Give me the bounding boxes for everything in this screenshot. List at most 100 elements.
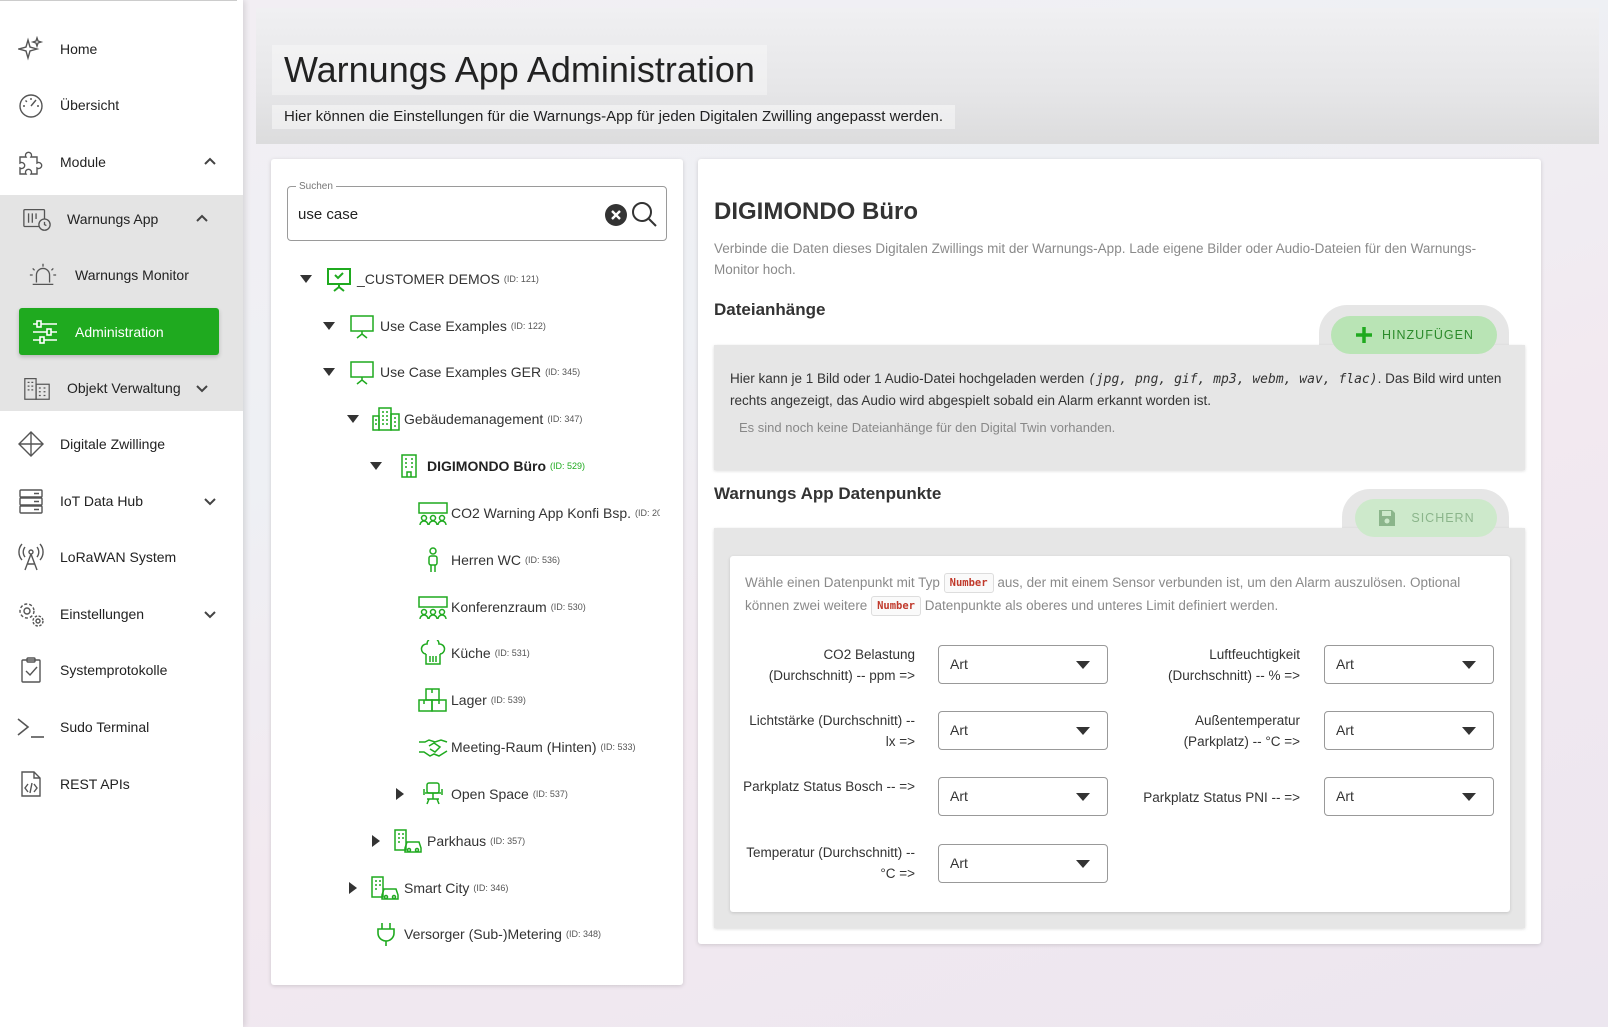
tree-node-lager[interactable]: Lager (ID: 539) bbox=[417, 685, 526, 715]
sidebar-item-label: IoT Data Hub bbox=[60, 493, 144, 509]
sparkles-icon bbox=[16, 34, 46, 64]
tree-node-versorger-metering[interactable]: Versorger (Sub-)Metering (ID: 348) bbox=[370, 919, 601, 949]
tree-node-id: (ID: 121) bbox=[503, 274, 539, 284]
select-value: Art bbox=[1336, 788, 1354, 804]
select-value: Art bbox=[1336, 656, 1354, 672]
buildings-icon bbox=[370, 404, 402, 434]
select-temperatur[interactable]: Art bbox=[938, 844, 1108, 883]
clear-search-icon[interactable] bbox=[604, 203, 628, 227]
tree-node-digimondo-buero[interactable]: DIGIMONDO Büro (ID: 529) bbox=[369, 451, 585, 481]
sidebar-item-uebersicht[interactable]: Übersicht bbox=[0, 76, 243, 134]
dropdown-arrow-icon bbox=[1076, 727, 1090, 735]
dropdown-arrow-icon bbox=[1076, 793, 1090, 801]
tree-node-id: (ID: 345) bbox=[545, 367, 581, 377]
sidebar-item-label: REST APIs bbox=[60, 776, 130, 792]
sidebar-item-label: Objekt Verwaltung bbox=[67, 380, 181, 396]
chevron-up-icon bbox=[194, 211, 210, 227]
tree-node-gebaeudemanagement[interactable]: Gebäudemanagement (ID: 347) bbox=[346, 404, 582, 434]
tree-node-meeting-raum[interactable]: Meeting-Raum (Hinten) (ID: 533) bbox=[417, 732, 636, 762]
presentation-icon bbox=[346, 311, 378, 341]
tree-node-id: (ID: 531) bbox=[494, 648, 530, 658]
page-title: Warnungs App Administration bbox=[272, 45, 767, 95]
sidebar-item-iot-data-hub[interactable]: IoT Data Hub bbox=[0, 472, 243, 530]
sidebar-item-label: LoRaWAN System bbox=[60, 549, 177, 565]
select-aussentemperatur[interactable]: Art bbox=[1324, 711, 1494, 750]
building-car-icon bbox=[393, 826, 425, 856]
save-button[interactable]: SICHERN bbox=[1355, 499, 1497, 537]
attachments-title: Dateianhänge bbox=[714, 300, 826, 319]
expanded-triangle-icon[interactable] bbox=[369, 459, 383, 473]
type-chip: Number bbox=[943, 573, 994, 594]
select-co2[interactable]: Art bbox=[938, 645, 1108, 684]
tree-node-name: Gebäudemanagement bbox=[404, 411, 544, 427]
collapsed-triangle-icon[interactable] bbox=[369, 834, 383, 848]
select-value: Art bbox=[950, 855, 968, 871]
sidebar-item-lorawan-system[interactable]: LoRaWAN System bbox=[0, 528, 243, 586]
sidebar-item-systemprotokolle[interactable]: Systemprotokolle bbox=[0, 641, 243, 699]
expanded-triangle-icon[interactable] bbox=[299, 272, 313, 286]
plug-icon bbox=[370, 919, 402, 949]
tree-node-kueche[interactable]: Küche (ID: 531) bbox=[417, 638, 530, 668]
tree-node-id: (ID: 357) bbox=[490, 836, 526, 846]
tree-node-open-space[interactable]: Open Space (ID: 537) bbox=[393, 779, 568, 809]
sidebar-item-administration[interactable]: Administration bbox=[19, 308, 219, 355]
tree-node-co2-warning-app[interactable]: CO2 Warning App Konfi Bsp. (ID: 20 bbox=[417, 498, 660, 528]
datapoints-info-part: Wähle einen Datenpunkt mit Typ bbox=[745, 575, 944, 590]
office-chair-icon bbox=[417, 779, 449, 809]
expanded-triangle-icon[interactable] bbox=[346, 412, 360, 426]
collapsed-triangle-icon[interactable] bbox=[346, 881, 360, 895]
type-chip: Number bbox=[871, 596, 922, 617]
antenna-icon bbox=[16, 542, 46, 572]
collapsed-triangle-icon[interactable] bbox=[393, 787, 407, 801]
tree-node-id: (ID: 346) bbox=[473, 883, 509, 893]
save-label: SICHERN bbox=[1411, 511, 1475, 525]
puzzle-icon bbox=[16, 147, 46, 177]
sidebar-item-rest-apis[interactable]: REST APIs bbox=[0, 755, 243, 813]
person-icon bbox=[417, 545, 449, 575]
tree-node-use-case-examples[interactable]: Use Case Examples (ID: 122) bbox=[322, 311, 546, 341]
tree-node-konferenzraum[interactable]: Konferenzraum (ID: 530) bbox=[417, 592, 586, 622]
tree-node-name: Parkhaus bbox=[427, 833, 487, 849]
datapoints-info: Wähle einen Datenpunkt mit Typ Number au… bbox=[745, 571, 1495, 617]
field-label-temperatur: Temperatur (Durchschnitt) -- °C => bbox=[746, 845, 915, 881]
tree-node-id: (ID: 533) bbox=[600, 742, 636, 752]
attachments-empty-text: Es sind noch keine Dateianhänge für den … bbox=[739, 420, 1116, 435]
select-lichtstaerke[interactable]: Art bbox=[938, 711, 1108, 750]
expanded-triangle-icon[interactable] bbox=[322, 365, 336, 379]
add-attachment-button[interactable]: HINZUFÜGEN bbox=[1331, 316, 1497, 354]
expanded-triangle-icon[interactable] bbox=[322, 319, 336, 333]
server-icon bbox=[16, 486, 46, 516]
tree-node-id: (ID: 529) bbox=[550, 461, 586, 471]
tree-node-use-case-examples-ger[interactable]: Use Case Examples GER (ID: 345) bbox=[322, 357, 580, 387]
field-label-lichtstaerke: Lichtstärke (Durchschnitt) -- lx => bbox=[749, 713, 915, 749]
tree-node-herren-wc[interactable]: Herren WC (ID: 536) bbox=[417, 545, 560, 575]
twin-title: DIGIMONDO Büro bbox=[714, 198, 918, 225]
tree-node-id: (ID: 20 bbox=[635, 508, 660, 518]
boxes-icon bbox=[417, 685, 449, 715]
sidebar-item-einstellungen[interactable]: Einstellungen bbox=[0, 585, 243, 643]
sidebar-item-objekt-verwaltung[interactable]: Objekt Verwaltung bbox=[0, 359, 243, 417]
search-icon[interactable] bbox=[630, 200, 658, 228]
siren-icon bbox=[28, 260, 58, 290]
tree-node-parkhaus[interactable]: Parkhaus (ID: 357) bbox=[369, 826, 525, 856]
tree-node-customer-demos[interactable]: _CUSTOMER DEMOS (ID: 121) bbox=[299, 264, 539, 294]
select-parkplatz-bosch[interactable]: Art bbox=[938, 777, 1108, 816]
chevron-down-icon bbox=[194, 380, 210, 396]
sidebar-item-warnungs-app[interactable]: Warnungs App bbox=[0, 190, 243, 248]
sidebar-item-warnungs-monitor[interactable]: Warnungs Monitor bbox=[0, 246, 243, 304]
sidebar-item-label: Digitale Zwillinge bbox=[60, 436, 166, 452]
sidebar-item-sudo-terminal[interactable]: Sudo Terminal bbox=[0, 698, 243, 756]
tree-node-smart-city[interactable]: Smart City (ID: 346) bbox=[346, 873, 508, 903]
sidebar-item-digitale-zwillinge[interactable]: Digitale Zwillinge bbox=[0, 415, 243, 473]
search-input[interactable] bbox=[298, 203, 588, 225]
dropdown-arrow-icon bbox=[1462, 727, 1476, 735]
office-building-icon bbox=[393, 451, 425, 481]
select-value: Art bbox=[950, 788, 968, 804]
tree-node-name: Open Space bbox=[451, 786, 529, 802]
select-parkplatz-pni[interactable]: Art bbox=[1324, 777, 1494, 816]
add-attachment-label: HINZUFÜGEN bbox=[1382, 328, 1474, 342]
sidebar-item-label: Warnungs App bbox=[67, 211, 159, 227]
sidebar-item-home[interactable]: Home bbox=[0, 20, 243, 78]
sidebar-item-module[interactable]: Module bbox=[0, 133, 243, 191]
select-luftfeuchtigkeit[interactable]: Art bbox=[1324, 645, 1494, 684]
